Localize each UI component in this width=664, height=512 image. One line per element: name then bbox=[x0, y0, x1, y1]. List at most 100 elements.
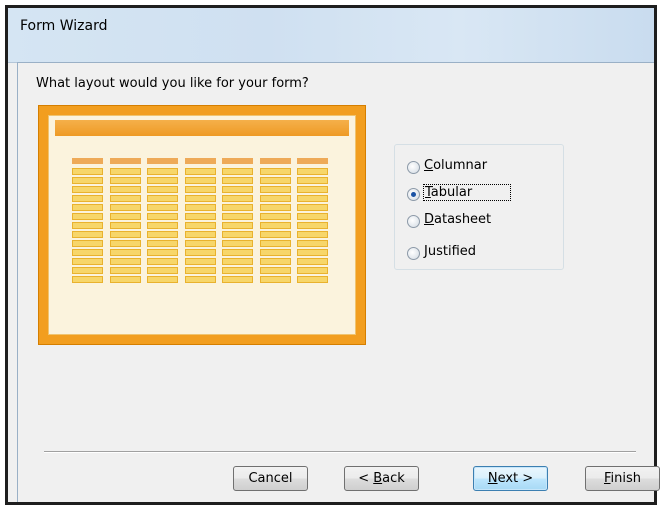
option-columnar-label: Columnar bbox=[424, 157, 488, 173]
preview-cell bbox=[72, 177, 103, 184]
preview-cell bbox=[297, 204, 328, 211]
preview-column bbox=[260, 158, 291, 285]
preview-column-header bbox=[110, 158, 141, 164]
preview-cell bbox=[147, 249, 178, 256]
option-justified[interactable]: Justified bbox=[407, 241, 476, 261]
preview-cell bbox=[260, 195, 291, 202]
preview-cell bbox=[185, 276, 216, 283]
form-wizard-dialog: Form Wizard What layout would you like f… bbox=[5, 5, 660, 505]
preview-cell bbox=[72, 204, 103, 211]
preview-column-header bbox=[72, 158, 103, 164]
preview-cell bbox=[260, 267, 291, 274]
preview-cell bbox=[147, 195, 178, 202]
preview-cell bbox=[297, 222, 328, 229]
preview-cell bbox=[222, 240, 253, 247]
preview-header-bar bbox=[55, 120, 349, 136]
preview-cell bbox=[147, 240, 178, 247]
preview-cell bbox=[297, 267, 328, 274]
radio-columnar[interactable] bbox=[407, 160, 420, 174]
preview-cell bbox=[147, 231, 178, 238]
preview-cell bbox=[72, 195, 103, 202]
preview-cell bbox=[110, 213, 141, 220]
preview-cell bbox=[147, 267, 178, 274]
cancel-button[interactable]: Cancel bbox=[233, 466, 308, 491]
preview-cell bbox=[185, 213, 216, 220]
next-button[interactable]: Next > bbox=[473, 466, 548, 491]
preview-cell bbox=[185, 204, 216, 211]
preview-cell bbox=[297, 186, 328, 193]
preview-cell bbox=[260, 240, 291, 247]
preview-cell bbox=[260, 168, 291, 175]
preview-cell bbox=[72, 222, 103, 229]
preview-cell bbox=[297, 168, 328, 175]
option-datasheet-label: Datasheet bbox=[424, 211, 492, 227]
preview-cell bbox=[185, 177, 216, 184]
preview-cell bbox=[110, 258, 141, 265]
preview-cell bbox=[72, 240, 103, 247]
preview-cell bbox=[72, 231, 103, 238]
preview-column bbox=[110, 158, 141, 285]
option-tabular[interactable]: Tabular bbox=[407, 182, 512, 202]
preview-column-header bbox=[147, 158, 178, 164]
radio-tabular[interactable] bbox=[407, 187, 420, 201]
preview-cell bbox=[297, 195, 328, 202]
preview-cell bbox=[110, 249, 141, 256]
preview-cell bbox=[110, 204, 141, 211]
preview-cell bbox=[185, 195, 216, 202]
preview-cell bbox=[260, 177, 291, 184]
preview-cell bbox=[260, 213, 291, 220]
preview-column-header bbox=[185, 158, 216, 164]
preview-cell bbox=[222, 222, 253, 229]
preview-cell bbox=[72, 168, 103, 175]
preview-cell bbox=[147, 276, 178, 283]
preview-column-header bbox=[222, 158, 253, 164]
preview-cell bbox=[185, 258, 216, 265]
preview-cell bbox=[260, 222, 291, 229]
preview-form bbox=[48, 115, 356, 335]
preview-column bbox=[72, 158, 103, 285]
preview-cell bbox=[260, 231, 291, 238]
option-columnar[interactable]: Columnar bbox=[407, 155, 487, 175]
preview-column bbox=[222, 158, 253, 285]
preview-cell bbox=[185, 267, 216, 274]
preview-cell bbox=[222, 231, 253, 238]
layout-option-group: Columnar Tabular Datasheet Justified bbox=[394, 144, 564, 270]
preview-cell bbox=[297, 258, 328, 265]
radio-justified[interactable] bbox=[407, 246, 420, 260]
preview-cell bbox=[222, 276, 253, 283]
preview-cell bbox=[110, 240, 141, 247]
preview-cell bbox=[110, 276, 141, 283]
preview-cell bbox=[185, 168, 216, 175]
dialog-body: What layout would you like for your form… bbox=[17, 62, 660, 502]
preview-cell bbox=[72, 258, 103, 265]
preview-cell bbox=[260, 186, 291, 193]
preview-cell bbox=[297, 231, 328, 238]
back-button[interactable]: < Back bbox=[344, 466, 419, 491]
button-separator bbox=[44, 451, 636, 453]
title-bar[interactable]: Form Wizard bbox=[8, 8, 654, 63]
preview-cell bbox=[260, 204, 291, 211]
preview-cell bbox=[147, 222, 178, 229]
preview-cell bbox=[222, 168, 253, 175]
preview-cell bbox=[222, 213, 253, 220]
preview-cell bbox=[110, 195, 141, 202]
preview-cell bbox=[222, 186, 253, 193]
preview-cell bbox=[147, 177, 178, 184]
preview-cell bbox=[110, 177, 141, 184]
option-datasheet[interactable]: Datasheet bbox=[407, 209, 491, 229]
preview-cell bbox=[72, 267, 103, 274]
preview-cell bbox=[110, 222, 141, 229]
preview-cell bbox=[185, 222, 216, 229]
finish-button[interactable]: Finish bbox=[585, 466, 660, 491]
preview-cell bbox=[185, 249, 216, 256]
preview-cell bbox=[260, 258, 291, 265]
preview-cell bbox=[222, 195, 253, 202]
option-justified-label: Justified bbox=[424, 243, 477, 259]
preview-cell bbox=[147, 204, 178, 211]
radio-datasheet[interactable] bbox=[407, 214, 420, 228]
preview-cell bbox=[297, 240, 328, 247]
preview-column-header bbox=[297, 158, 328, 164]
preview-column bbox=[147, 158, 178, 285]
preview-column bbox=[185, 158, 216, 285]
preview-cell bbox=[222, 267, 253, 274]
